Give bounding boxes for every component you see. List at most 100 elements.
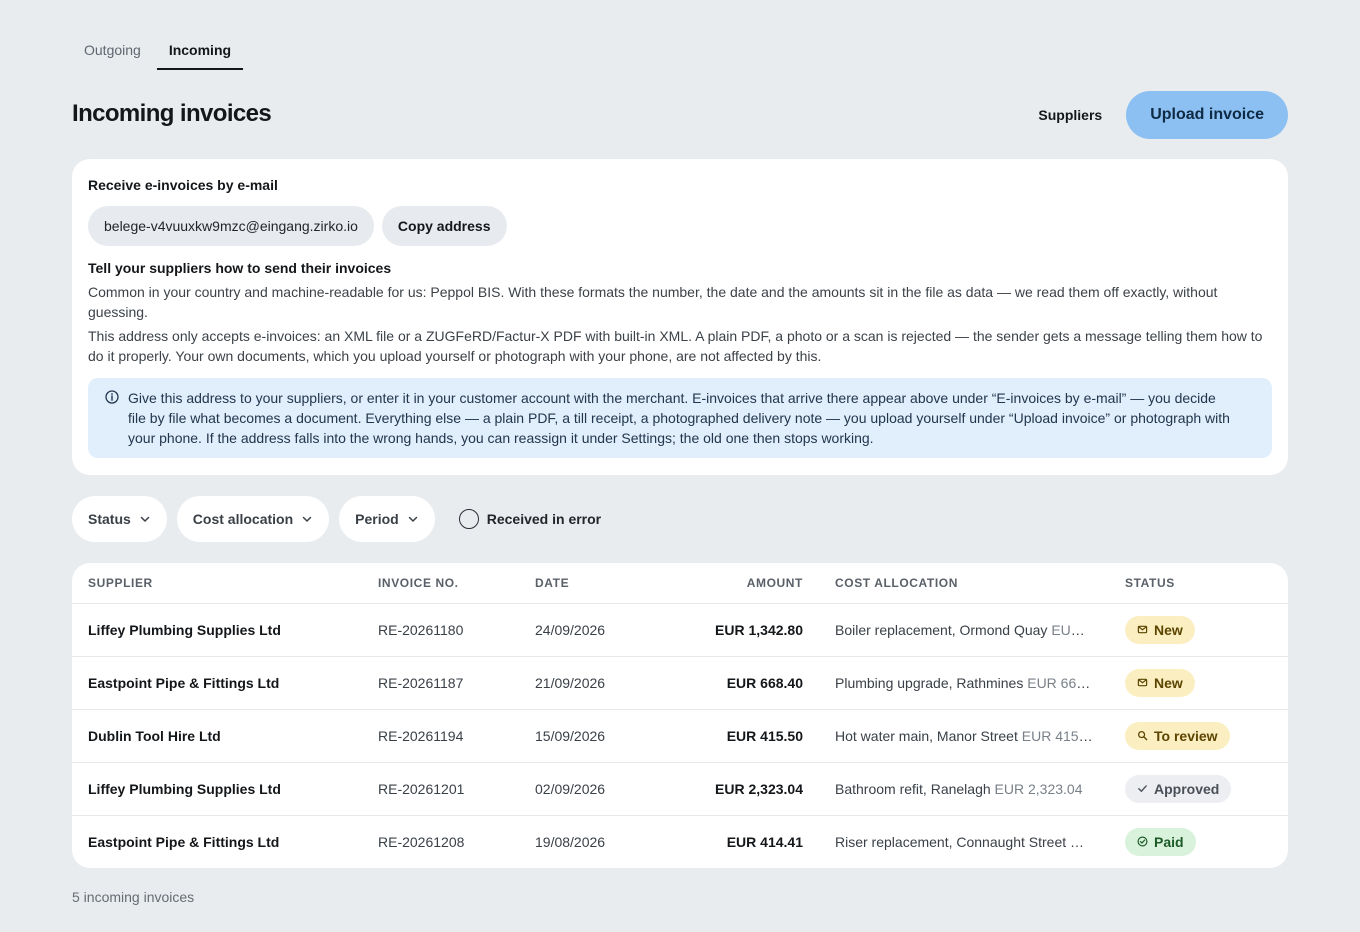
cost-allocation-label: Riser replacement, Connaught Street xyxy=(835,833,1067,850)
invoice-no-cell: RE-20261194 xyxy=(362,709,519,763)
header-actions: Suppliers Upload invoice xyxy=(1038,91,1288,139)
tab-incoming[interactable]: Incoming xyxy=(156,34,244,70)
email-intake-card: Receive e-invoices by e-mail belege-v4vu… xyxy=(72,159,1288,475)
instructions-paragraph-accepts: This address only accepts e-invoices: an… xyxy=(88,328,1263,364)
amount-cell: EUR 2,323.04 xyxy=(649,762,819,816)
period-filter[interactable]: Period xyxy=(339,496,435,542)
supplier-cell: Dublin Tool Hire Ltd xyxy=(72,709,362,763)
status-cell: New xyxy=(1109,603,1288,657)
table-row[interactable]: Eastpoint Pipe & Fittings Ltd RE-20261187… xyxy=(72,656,1288,710)
chevron-down-icon xyxy=(140,516,150,522)
filter-bar: Status Cost allocation Period Received i… xyxy=(72,496,601,542)
period-filter-label: Period xyxy=(355,511,399,527)
date-cell: 24/09/2026 xyxy=(519,603,649,657)
page-title: Incoming invoices xyxy=(72,100,272,127)
date-cell: 21/09/2026 xyxy=(519,656,649,710)
invoice-no-cell: RE-20261180 xyxy=(362,603,519,657)
email-address-row: belege-v4vuuxkw9mzc@eingang.zirko.io Cop… xyxy=(88,206,1272,246)
table-row[interactable]: Liffey Plumbing Supplies Ltd RE-20261201 0… xyxy=(72,762,1288,816)
status-badge: Approved xyxy=(1125,774,1232,803)
amount-cell: EUR 668.40 xyxy=(649,656,819,710)
supplier-cell: Liffey Plumbing Supplies Ltd xyxy=(72,603,362,657)
table-row[interactable]: Dublin Tool Hire Ltd RE-20261194 15/09/202… xyxy=(72,709,1288,763)
invoice-no-cell: RE-20261208 xyxy=(378,833,465,850)
check-circle-icon xyxy=(1137,836,1148,847)
status-badge: New xyxy=(1125,615,1195,644)
received-in-error-toggle[interactable]: Received in error xyxy=(458,509,602,529)
cost-allocation-amount: EUR 414.41 xyxy=(1070,833,1093,850)
date-cell: 02/09/2026 xyxy=(519,762,649,816)
column-header-cost-allocation[interactable]: COST ALLOCATION xyxy=(819,563,1109,604)
cost-allocation-text: Bathroom refit, Ranelagh EUR 2,323.04 xyxy=(835,781,1093,797)
status-badge-label: New xyxy=(1154,674,1183,691)
cost-allocation-cell: Hot water main, Manor Street EUR 415.50 xyxy=(819,709,1109,763)
cost-allocation-text: Riser replacement, Connaught Street EUR … xyxy=(835,834,1093,850)
cost-allocation-amount: EUR 1,342.80 xyxy=(1051,621,1093,638)
tab-bar: Outgoing Incoming xyxy=(72,34,244,70)
status-cell: Paid xyxy=(1109,815,1288,868)
table-row[interactable]: Eastpoint Pipe & Fittings Ltd RE-20261208… xyxy=(72,815,1288,868)
invoice-count: 5 incoming invoices xyxy=(72,889,195,905)
column-header-amount[interactable]: AMOUNT xyxy=(649,563,819,604)
status-badge: To review xyxy=(1125,721,1230,750)
date-cell: 19/08/2026 xyxy=(535,833,606,850)
status-cell: Approved xyxy=(1109,762,1288,816)
supplier-cell: Eastpoint Pipe & Fittings Ltd xyxy=(72,656,362,710)
invoices-table: SUPPLIER INVOICE NO. DATE AMOUNT COST AL… xyxy=(72,563,1288,868)
amount-cell: EUR 414.41 xyxy=(726,833,803,850)
cost-allocation-label: Plumbing upgrade, Rathmines xyxy=(835,674,1024,691)
mail-icon xyxy=(1137,677,1148,688)
invoice-no-cell: RE-20261201 xyxy=(362,762,519,816)
status-badge-label: Paid xyxy=(1154,833,1184,850)
chevron-down-icon xyxy=(302,516,312,522)
copy-address-button[interactable]: Copy address xyxy=(381,206,507,246)
cost-allocation-label: Boiler replacement, Ormond Quay xyxy=(835,621,1048,638)
status-badge: New xyxy=(1125,668,1195,697)
check-icon xyxy=(1137,783,1148,794)
amount-cell: EUR 415.50 xyxy=(649,709,819,763)
received-in-error-checkbox[interactable] xyxy=(458,509,479,529)
email-address-field[interactable]: belege-v4vuuxkw9mzc@eingang.zirko.io xyxy=(88,206,374,246)
suppliers-button[interactable]: Suppliers xyxy=(1038,107,1102,123)
status-badge: Paid xyxy=(1125,827,1196,856)
status-filter[interactable]: Status xyxy=(72,496,167,542)
date-cell: 15/09/2026 xyxy=(519,709,649,763)
cost-allocation-amount: EUR 668.40 xyxy=(1027,674,1093,691)
cost-allocation-label: Bathroom refit, Ranelagh xyxy=(835,780,991,797)
amount-cell: EUR 1,342.80 xyxy=(649,603,819,657)
status-cell: New xyxy=(1109,656,1288,710)
cost-allocation-amount: EUR 415.50 xyxy=(1021,727,1093,744)
cost-allocation-filter-label: Cost allocation xyxy=(192,511,294,527)
upload-invoice-button[interactable]: Upload invoice xyxy=(1126,91,1288,139)
mail-icon xyxy=(1137,624,1148,635)
table-header-row: SUPPLIER INVOICE NO. DATE AMOUNT COST AL… xyxy=(72,563,1288,604)
column-header-date[interactable]: DATE xyxy=(519,563,649,604)
status-badge-label: New xyxy=(1154,621,1183,638)
email-card-title: Receive e-invoices by e-mail xyxy=(88,177,278,193)
invoice-no-cell: RE-20261187 xyxy=(362,656,519,710)
info-callout-text: Give this address to your suppliers, or … xyxy=(128,390,1230,446)
cost-allocation-text: Boiler replacement, Ormond Quay EUR 1,34… xyxy=(835,622,1093,638)
table-row[interactable]: Liffey Plumbing Supplies Ltd RE-20261180 2… xyxy=(72,603,1288,657)
info-callout: Give this address to your suppliers, or … xyxy=(88,378,1272,458)
tab-outgoing[interactable]: Outgoing xyxy=(72,34,153,70)
cost-allocation-amount: EUR 2,323.04 xyxy=(994,780,1083,797)
received-in-error-label: Received in error xyxy=(486,511,602,527)
supplier-cell: Liffey Plumbing Supplies Ltd xyxy=(72,762,362,816)
cost-allocation-cell: Plumbing upgrade, Rathmines EUR 668.40 xyxy=(819,656,1109,710)
column-header-status[interactable]: STATUS xyxy=(1109,563,1288,604)
supplier-cell: Eastpoint Pipe & Fittings Ltd xyxy=(88,833,280,850)
cost-allocation-label: Hot water main, Manor Street xyxy=(835,727,1018,744)
column-header-supplier[interactable]: SUPPLIER xyxy=(72,563,362,604)
status-badge-label: Approved xyxy=(1154,780,1220,797)
cost-allocation-filter[interactable]: Cost allocation xyxy=(176,496,330,542)
info-icon xyxy=(105,390,119,404)
search-icon xyxy=(1137,730,1148,741)
cost-allocation-cell: Boiler replacement, Ormond Quay EUR 1,34… xyxy=(819,603,1109,657)
chevron-down-icon xyxy=(408,516,417,522)
cost-allocation-text: Hot water main, Manor Street EUR 415.50 xyxy=(835,728,1093,744)
cost-allocation-text: Plumbing upgrade, Rathmines EUR 668.40 xyxy=(835,675,1093,691)
status-filter-label: Status xyxy=(88,511,131,527)
column-header-invoice-no[interactable]: INVOICE NO. xyxy=(362,563,519,604)
instructions-title: Tell your suppliers how to send their in… xyxy=(88,260,392,276)
